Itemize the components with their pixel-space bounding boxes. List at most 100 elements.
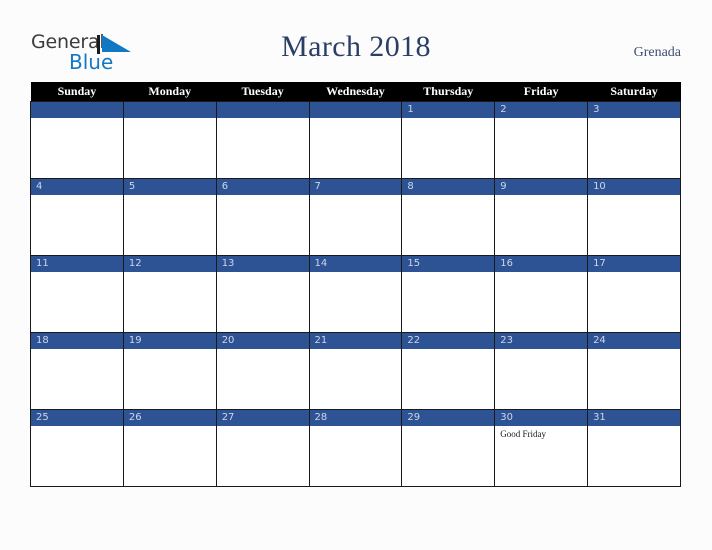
day-number: 11	[31, 256, 123, 272]
calendar-empty-cell[interactable]	[30, 101, 124, 179]
day-number: 9	[495, 179, 588, 195]
holiday-event-label: Good Friday	[500, 429, 546, 439]
day-content	[495, 349, 587, 409]
calendar-day-cell[interactable]: 3	[587, 101, 681, 179]
day-number: 7	[309, 179, 402, 195]
day-number: 14	[309, 256, 402, 272]
day-content	[310, 272, 402, 332]
calendar-day-cell[interactable]: 16	[494, 255, 589, 333]
page-header: General Blue March 2018 Grenada	[0, 0, 712, 82]
calendar-day-cell[interactable]: 22	[401, 332, 496, 410]
day-number: 30	[495, 410, 588, 426]
calendar-day-cell[interactable]: 8	[401, 178, 496, 256]
weekday-header-sunday: Sunday	[30, 82, 124, 102]
day-number	[216, 102, 309, 118]
day-number: 26	[123, 410, 216, 426]
day-content	[217, 272, 309, 332]
calendar-day-cell[interactable]: 23	[494, 332, 589, 410]
day-number: 4	[31, 179, 123, 195]
calendar-day-cell[interactable]: 24	[587, 332, 681, 410]
day-content	[124, 426, 216, 486]
day-number	[309, 102, 402, 118]
calendar-day-cell[interactable]: 9	[494, 178, 589, 256]
day-content	[588, 118, 680, 178]
calendar-grid: Sunday Monday Tuesday Wednesday Thursday…	[30, 82, 681, 487]
calendar-day-cell[interactable]: 11	[30, 255, 124, 333]
day-content	[588, 195, 680, 255]
page-title: March 2018	[281, 30, 431, 63]
day-number: 5	[123, 179, 216, 195]
day-content	[495, 272, 587, 332]
day-content	[588, 349, 680, 409]
calendar-day-cell[interactable]: 10	[587, 178, 681, 256]
day-content	[124, 272, 216, 332]
day-content	[310, 426, 402, 486]
calendar-day-cell[interactable]: 25	[30, 409, 124, 487]
day-number: 10	[588, 179, 680, 195]
calendar-day-cell[interactable]: 5	[122, 178, 217, 256]
calendar-day-cell[interactable]: 29	[401, 409, 496, 487]
day-content	[217, 426, 309, 486]
day-content	[402, 272, 494, 332]
day-content	[495, 118, 587, 178]
calendar-empty-cell[interactable]	[122, 101, 217, 179]
day-number: 1	[402, 102, 495, 118]
calendar-page: General Blue March 2018 Grenada Sunday M…	[0, 0, 712, 550]
day-number: 18	[31, 333, 123, 349]
day-number: 31	[588, 410, 680, 426]
calendar-day-cell[interactable]: 26	[122, 409, 217, 487]
day-content	[217, 195, 309, 255]
day-content	[588, 426, 680, 486]
day-number: 2	[495, 102, 588, 118]
calendar-day-cell[interactable]: 4	[30, 178, 124, 256]
calendar-day-cell[interactable]: 2	[494, 101, 589, 179]
calendar-day-cell[interactable]: 18	[30, 332, 124, 410]
weekday-header-monday: Monday	[123, 82, 217, 102]
day-content	[402, 118, 494, 178]
calendar-day-cell[interactable]: 15	[401, 255, 496, 333]
day-content	[31, 118, 123, 178]
calendar-day-cell[interactable]: 6	[215, 178, 310, 256]
calendar-empty-cell[interactable]	[308, 101, 403, 179]
day-content	[124, 118, 216, 178]
day-content	[402, 349, 494, 409]
day-content	[310, 195, 402, 255]
calendar-day-cell[interactable]: 19	[122, 332, 217, 410]
calendar-day-cell[interactable]: 27	[215, 409, 310, 487]
day-number: 23	[495, 333, 588, 349]
day-content	[31, 349, 123, 409]
calendar-day-cell[interactable]: 30 Good Friday	[494, 409, 589, 487]
day-number: 8	[402, 179, 495, 195]
day-number	[123, 102, 216, 118]
calendar-day-cell[interactable]: 20	[215, 332, 310, 410]
day-number: 21	[309, 333, 402, 349]
region-label: Grenada	[633, 45, 681, 60]
calendar-week-row: 18 19 20 21 22 23 24	[30, 332, 681, 410]
weekday-header-friday: Friday	[494, 82, 588, 102]
calendar-day-cell[interactable]: 14	[308, 255, 403, 333]
day-content	[124, 349, 216, 409]
calendar-day-cell[interactable]: 12	[122, 255, 217, 333]
calendar-day-cell[interactable]: 17	[587, 255, 681, 333]
day-number: 20	[216, 333, 309, 349]
calendar-week-row: 11 12 13 14 15 16 17	[30, 255, 681, 333]
calendar-day-cell[interactable]: 21	[308, 332, 403, 410]
weekday-header-thursday: Thursday	[401, 82, 495, 102]
weekday-header-wednesday: Wednesday	[309, 82, 402, 102]
calendar-day-cell[interactable]: 13	[215, 255, 310, 333]
calendar-day-cell[interactable]: 1	[401, 101, 496, 179]
calendar-week-row: 123	[30, 101, 681, 179]
calendar-empty-cell[interactable]	[215, 101, 310, 179]
calendar-day-cell[interactable]: 7	[308, 178, 403, 256]
calendar-header-row: Sunday Monday Tuesday Wednesday Thursday…	[30, 82, 681, 102]
day-number: 19	[123, 333, 216, 349]
calendar-day-cell[interactable]: 31	[587, 409, 681, 487]
day-number: 6	[216, 179, 309, 195]
day-number	[31, 102, 123, 118]
day-content	[310, 118, 402, 178]
day-number: 29	[402, 410, 495, 426]
day-number: 12	[123, 256, 216, 272]
day-content	[31, 195, 123, 255]
calendar-day-cell[interactable]: 28	[308, 409, 403, 487]
weekday-header-saturday: Saturday	[587, 82, 681, 102]
